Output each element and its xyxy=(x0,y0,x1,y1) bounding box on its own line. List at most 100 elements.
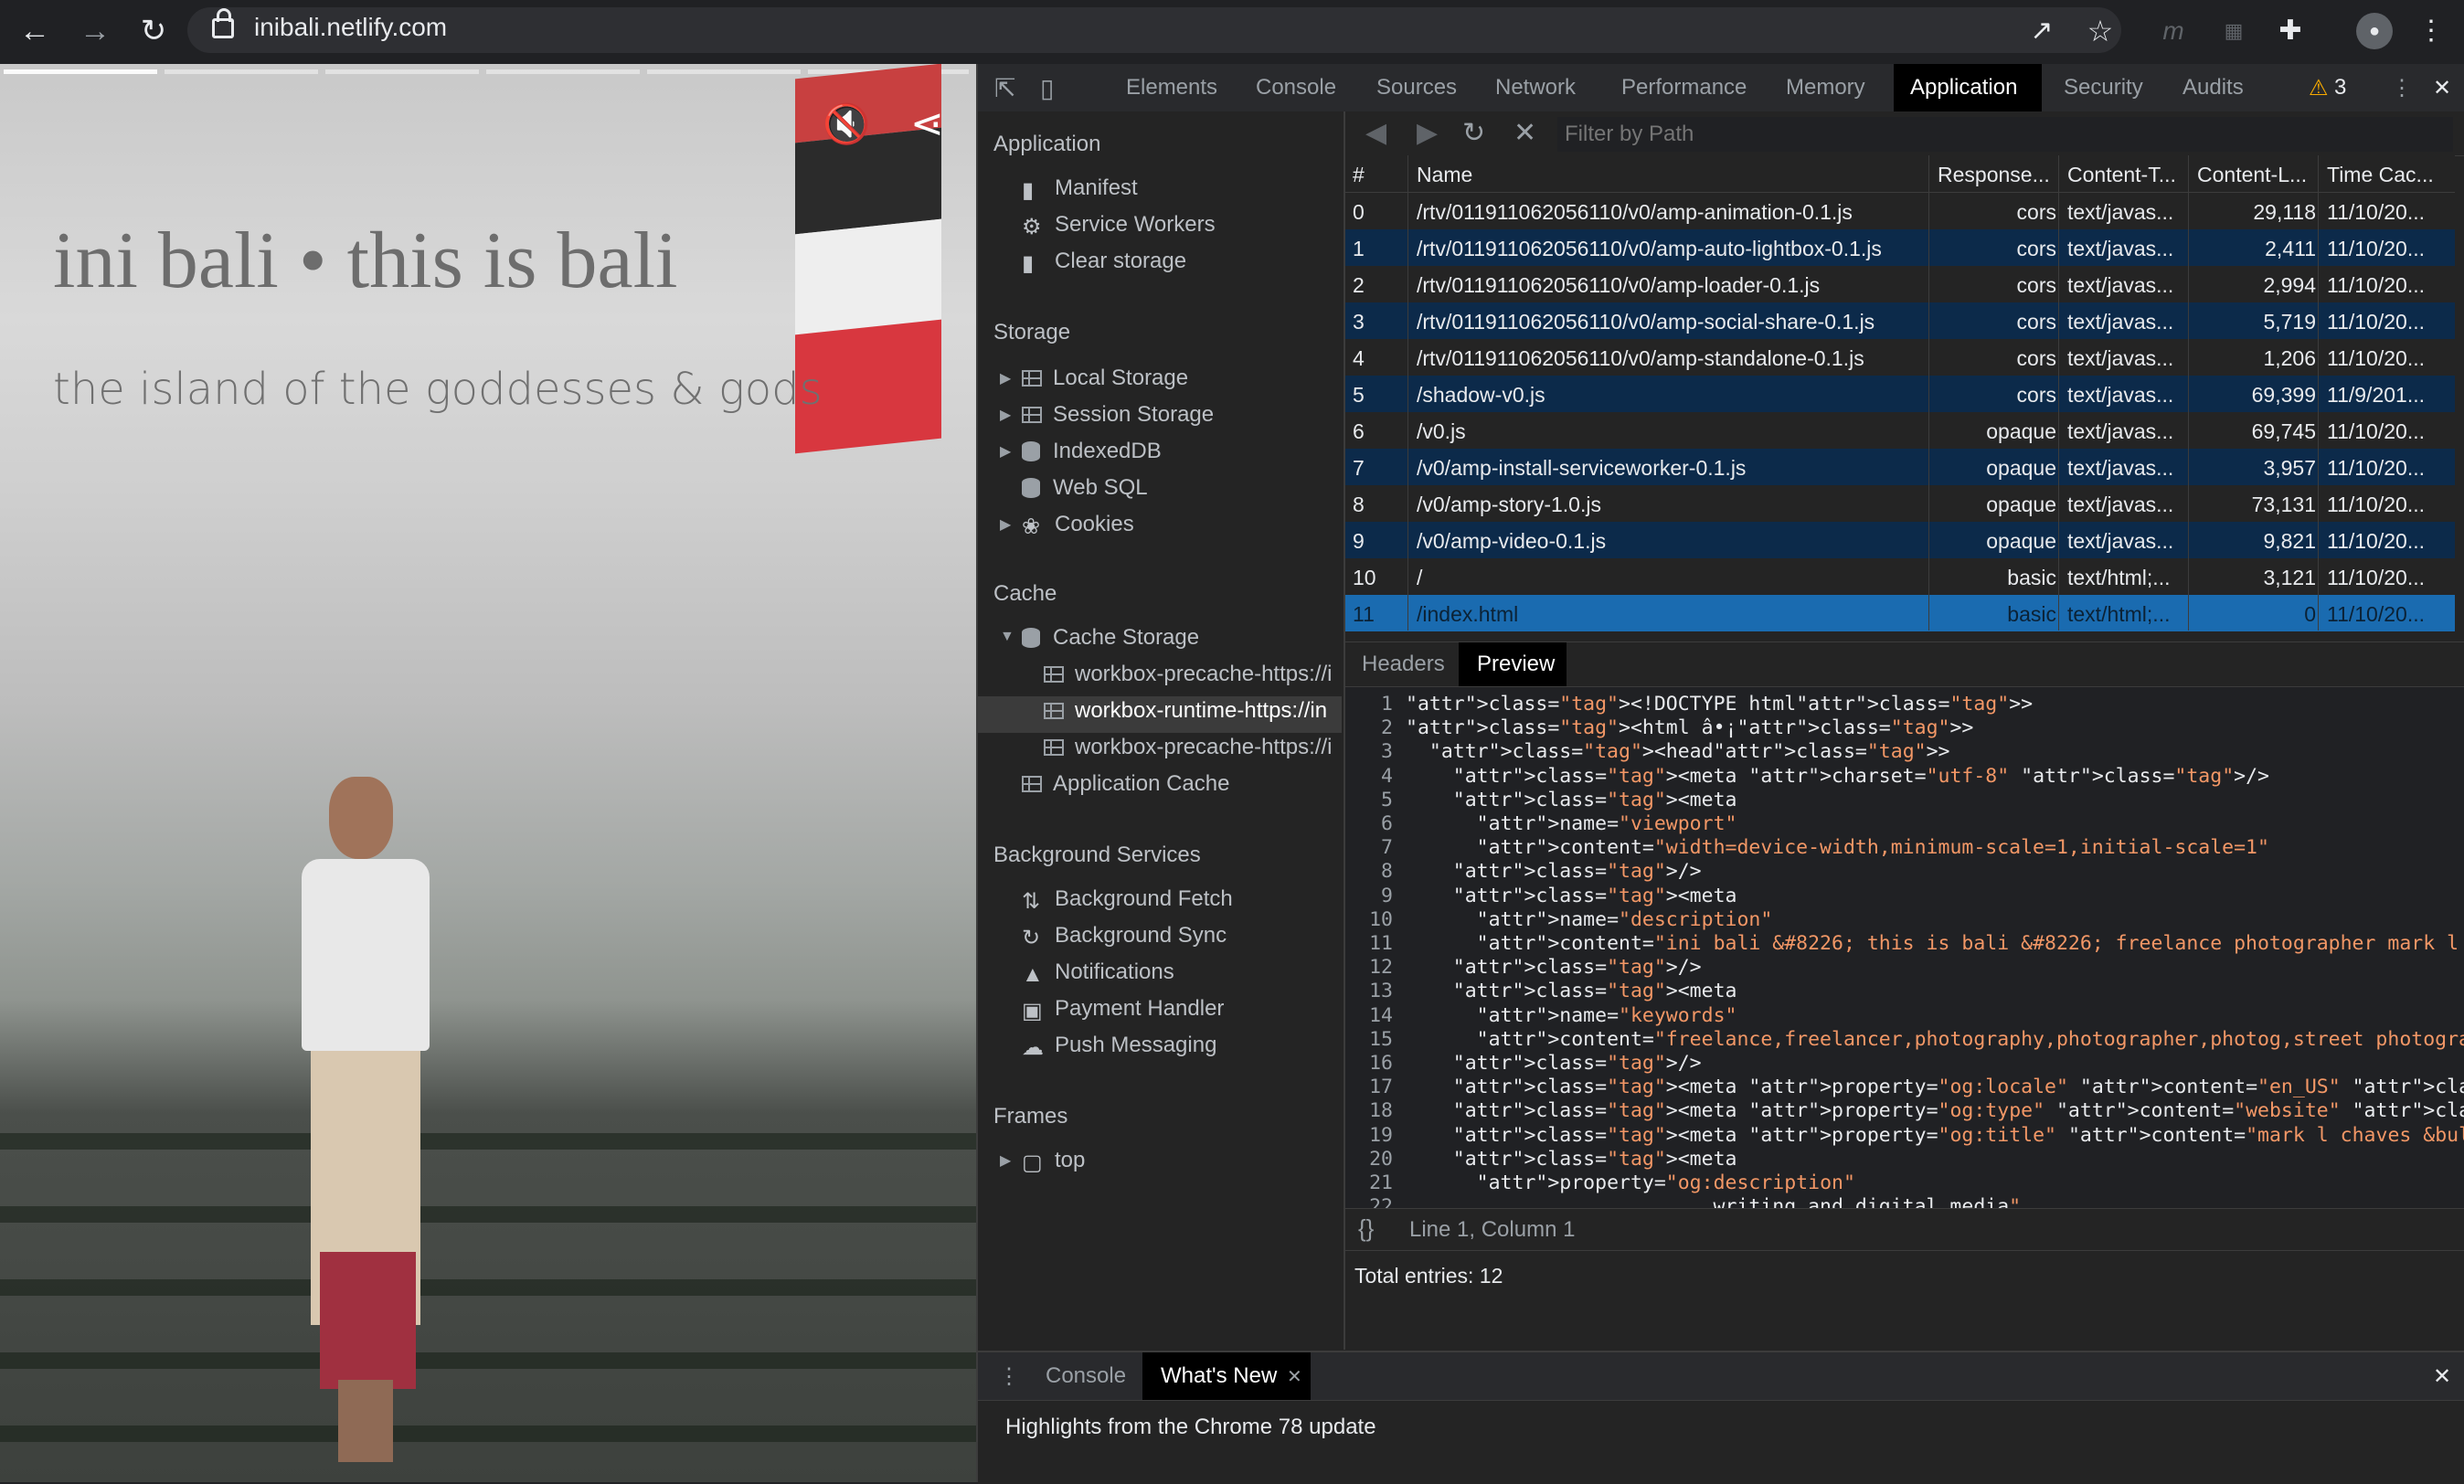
delete-selected-icon[interactable]: ✕ xyxy=(1513,117,1536,149)
column-header-time-cached[interactable]: Time Cac... xyxy=(2327,163,2434,187)
menu-icon[interactable]: ⋮ xyxy=(2413,13,2449,49)
table-row[interactable]: 2/rtv/011911062056110/v0/amp-loader-0.1.… xyxy=(1345,266,2455,302)
table-row[interactable]: 11/index.html basic text/html;... 0 11/10/20… xyxy=(1345,595,2455,631)
sidebar-item-cache-storage[interactable]: Cache Storage xyxy=(1022,625,1199,651)
forward-icon[interactable]: → xyxy=(77,13,113,49)
extension-se-icon[interactable]: ▦ xyxy=(2215,13,2252,49)
column-header-index[interactable]: # xyxy=(1353,163,1365,187)
sidebar-item-local-storage[interactable]: Local Storage xyxy=(1022,366,1188,391)
tab-security[interactable]: Security xyxy=(2064,75,2143,101)
drawer-menu-icon[interactable]: ⋮ xyxy=(998,1363,1020,1390)
expand-triangle-icon[interactable]: ▶ xyxy=(1000,1151,1011,1170)
url-text[interactable]: inibali.netlify.com xyxy=(254,13,447,42)
inspect-element-icon[interactable]: ⇱ xyxy=(994,73,1015,103)
warning-count[interactable]: 3 xyxy=(2334,75,2346,101)
expand-triangle-icon[interactable]: ▶ xyxy=(1000,515,1011,534)
tab-preview[interactable]: Preview xyxy=(1477,652,1555,677)
bell-icon: ▲ xyxy=(1022,962,1044,987)
line-number: 19 xyxy=(1369,1123,1393,1147)
device-toolbar-icon[interactable]: ▯ xyxy=(1040,73,1054,103)
sidebar-item-clear-storage[interactable]: ▮ Clear storage xyxy=(1022,249,1186,276)
column-header-response[interactable]: Response... xyxy=(1938,163,2050,187)
sidebar-item-notifications[interactable]: ▲ Notifications xyxy=(1022,959,1174,987)
line-number: 7 xyxy=(1381,836,1393,860)
code-line: "attr">class="tag"><meta xyxy=(1452,788,1737,811)
sidebar-item-service-workers[interactable]: ⚙ Service Workers xyxy=(1022,212,1216,239)
table-row[interactable]: 1/rtv/011911062056110/v0/amp-auto-lightb… xyxy=(1345,229,2455,266)
pretty-print-icon[interactable]: {} xyxy=(1358,1214,1374,1243)
collapse-triangle-icon[interactable]: ▼ xyxy=(1000,629,1014,645)
table-row[interactable]: 9/v0/amp-video-0.1.js opaque text/javas...… xyxy=(1345,522,2455,558)
filter-by-path-input[interactable] xyxy=(1557,117,2453,152)
table-row[interactable]: 6/v0.js opaque text/javas... 69,745 11/10/20… xyxy=(1345,412,2455,449)
tab-network[interactable]: Network xyxy=(1495,75,1576,101)
mute-icon[interactable]: 🔇 xyxy=(823,102,870,147)
warning-icon[interactable]: ⚠ xyxy=(2309,75,2329,101)
code-line: "attr">class="tag">/> xyxy=(1452,956,1702,980)
devtools-menu-icon[interactable]: ⋮ xyxy=(2391,75,2413,101)
profile-avatar-icon[interactable]: ● xyxy=(2356,13,2393,49)
tab-memory[interactable]: Memory xyxy=(1786,75,1865,101)
table-row[interactable]: 8/v0/amp-story-1.0.js opaque text/javas...… xyxy=(1345,485,2455,522)
sidebar-item-background-fetch[interactable]: ⇅ Background Fetch xyxy=(1022,886,1233,914)
frame-icon: ▢ xyxy=(1022,1150,1043,1175)
reload-icon[interactable]: ↻ xyxy=(135,13,172,49)
table-row[interactable]: 10 / basic text/html;... 3,121 11/10/20... xyxy=(1345,558,2455,595)
table-row[interactable]: 0/rtv/011911062056110/v0/amp-animation-0… xyxy=(1345,193,2455,229)
close-tab-icon[interactable]: ✕ xyxy=(1287,1365,1302,1388)
back-icon[interactable]: ← xyxy=(16,13,53,49)
sidebar-item-top-frame[interactable]: ▢ top xyxy=(1022,1148,1085,1175)
tab-audits[interactable]: Audits xyxy=(2183,75,2244,101)
sidebar-item-session-storage[interactable]: Session Storage xyxy=(1022,402,1214,428)
table-row[interactable]: 5/shadow-v0.js cors text/javas... 69,399 11/… xyxy=(1345,376,2455,412)
column-header-name[interactable]: Name xyxy=(1417,163,1472,187)
bookmark-star-icon[interactable]: ☆ xyxy=(2082,13,2119,49)
previous-page-icon[interactable]: ◀ xyxy=(1365,117,1386,149)
sidebar-item-manifest[interactable]: ▮ Manifest xyxy=(1022,175,1138,203)
drawer-tab-console[interactable]: Console xyxy=(1046,1363,1126,1389)
close-icon[interactable]: ✕ xyxy=(2433,75,2451,101)
sidebar-item-application-cache[interactable]: Application Cache xyxy=(1022,771,1229,797)
tab-performance[interactable]: Performance xyxy=(1621,75,1747,101)
table-cell: 7 xyxy=(1353,456,1365,480)
tab-console[interactable]: Console xyxy=(1256,75,1336,101)
sync-icon: ↻ xyxy=(1022,926,1041,950)
sidebar-item-web-sql[interactable]: Web SQL xyxy=(1022,475,1148,501)
sidebar-item-indexeddb[interactable]: IndexedDB xyxy=(1022,439,1162,464)
table-cell: 11/10/20... xyxy=(2327,529,2425,553)
next-page-icon[interactable]: ▶ xyxy=(1417,117,1438,149)
cache-entry[interactable]: workbox-precache-https://i xyxy=(1044,735,1332,760)
table-cell: 2,411 xyxy=(2265,237,2316,260)
tab-application[interactable]: Application xyxy=(1910,75,2017,101)
puzzle-icon[interactable]: ✚ xyxy=(2272,13,2309,49)
table-row[interactable]: 3/rtv/011911062056110/v0/amp-social-shar… xyxy=(1345,302,2455,339)
table-cell: cors xyxy=(2016,310,2056,334)
share-icon[interactable]: ⋖ xyxy=(910,101,944,147)
table-row[interactable]: 4/rtv/011911062056110/v0/amp-standalone-… xyxy=(1345,339,2455,376)
cache-entry-selected[interactable]: workbox-runtime-https://in xyxy=(1044,698,1327,724)
devtools-drawer: ⋮ Console What's New ✕ ✕ Highlights from… xyxy=(978,1351,2464,1484)
table-row[interactable]: 7/v0/amp-install-serviceworker-0.1.js opa… xyxy=(1345,449,2455,485)
tab-sources[interactable]: Sources xyxy=(1376,75,1457,101)
line-number: 4 xyxy=(1381,764,1393,788)
expand-triangle-icon[interactable]: ▶ xyxy=(1000,442,1011,461)
sidebar-item-cookies[interactable]: ❀ Cookies xyxy=(1022,512,1134,539)
tab-elements[interactable]: Elements xyxy=(1126,75,1217,101)
refresh-icon[interactable]: ↻ xyxy=(1462,117,1485,149)
expand-triangle-icon[interactable]: ▶ xyxy=(1000,406,1011,424)
address-bar[interactable] xyxy=(187,7,2121,53)
open-external-icon[interactable]: ↗ xyxy=(2023,13,2060,49)
code-preview[interactable]: 1 "attr">class="tag"><!DOCTYPE html"attr"… xyxy=(1345,687,2464,1226)
column-header-content-type[interactable]: Content-T... xyxy=(2067,163,2176,187)
extension-m-icon[interactable]: m xyxy=(2155,13,2192,49)
cache-entry[interactable]: workbox-precache-https://i xyxy=(1044,662,1332,687)
sidebar-item-background-sync[interactable]: ↻ Background Sync xyxy=(1022,923,1227,950)
table-cell: 2,994 xyxy=(2263,273,2316,297)
sidebar-item-payment-handler[interactable]: ▣ Payment Handler xyxy=(1022,996,1224,1023)
expand-triangle-icon[interactable]: ▶ xyxy=(1000,369,1011,387)
column-header-content-length[interactable]: Content-L... xyxy=(2197,163,2307,187)
sidebar-item-push-messaging[interactable]: ☁ Push Messaging xyxy=(1022,1033,1216,1060)
tab-headers[interactable]: Headers xyxy=(1362,652,1445,677)
close-drawer-icon[interactable]: ✕ xyxy=(2433,1363,2451,1390)
drawer-tab-whats-new[interactable]: What's New xyxy=(1161,1363,1277,1389)
